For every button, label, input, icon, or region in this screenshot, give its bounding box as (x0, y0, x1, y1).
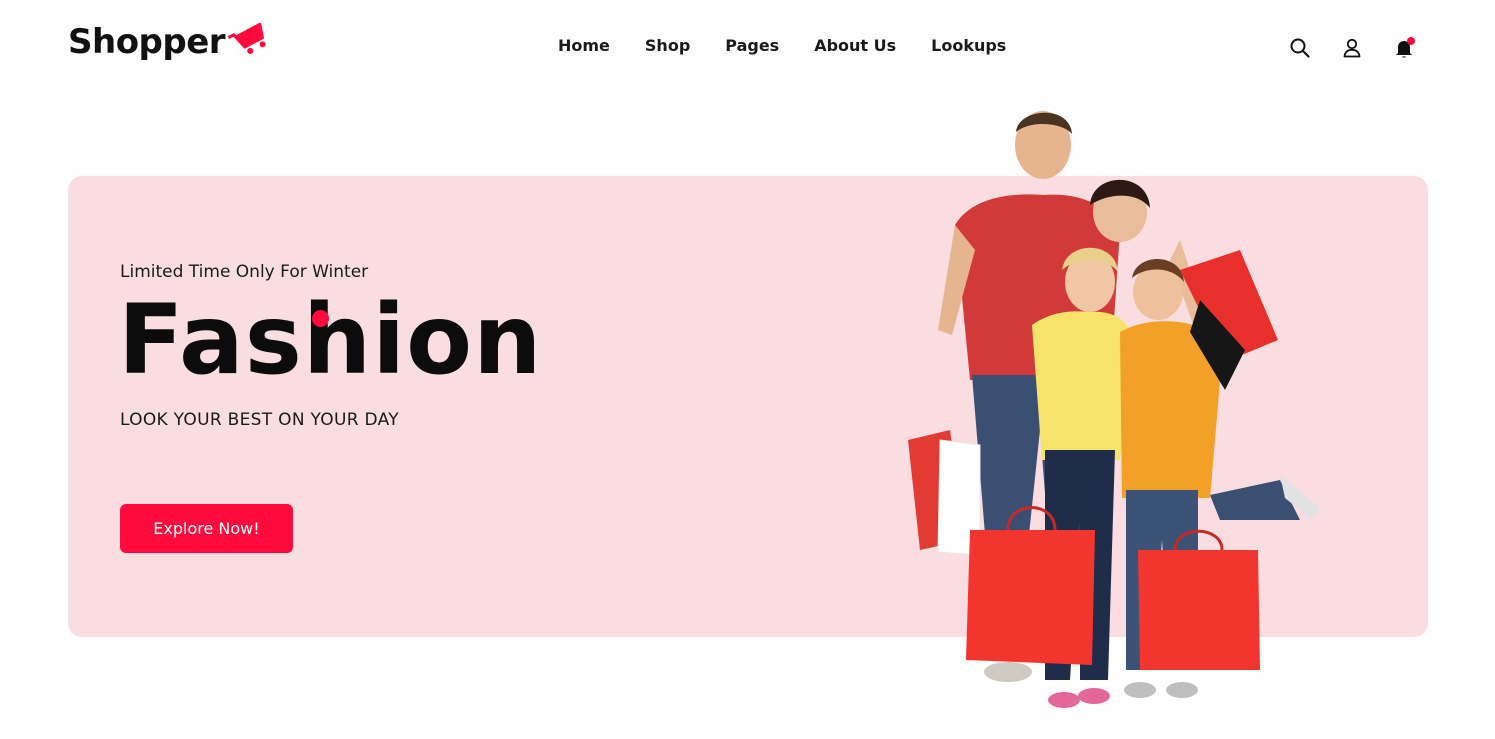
nav-lookups[interactable]: Lookups (931, 36, 1006, 55)
logo-text: Shopper (68, 22, 226, 62)
family-shopping-image (908, 111, 1320, 708)
logo[interactable]: Shopper (68, 18, 271, 66)
bell-icon[interactable] (1392, 36, 1416, 60)
nav-shop[interactable]: Shop (645, 36, 690, 55)
hero-tagline: LOOK YOUR BEST ON YOUR DAY (120, 410, 399, 430)
search-icon[interactable] (1288, 36, 1312, 60)
explore-now-button[interactable]: Explore Now! (120, 504, 293, 553)
site-header: Shopper Home Shop Pages About Us Lookups (0, 0, 1495, 95)
hero-kicker: Limited Time Only For Winter (120, 262, 369, 282)
main-nav: Home Shop Pages About Us Lookups (558, 36, 1041, 55)
nav-about-us[interactable]: About Us (814, 36, 896, 55)
header-actions (1288, 36, 1416, 60)
notification-dot (1407, 37, 1415, 45)
nav-pages[interactable]: Pages (725, 36, 779, 55)
hero-title: Fashion (118, 284, 543, 396)
user-icon[interactable] (1340, 36, 1364, 60)
shopping-cart-icon (227, 22, 266, 54)
nav-home[interactable]: Home (558, 36, 610, 55)
title-accent-dot (312, 310, 329, 327)
